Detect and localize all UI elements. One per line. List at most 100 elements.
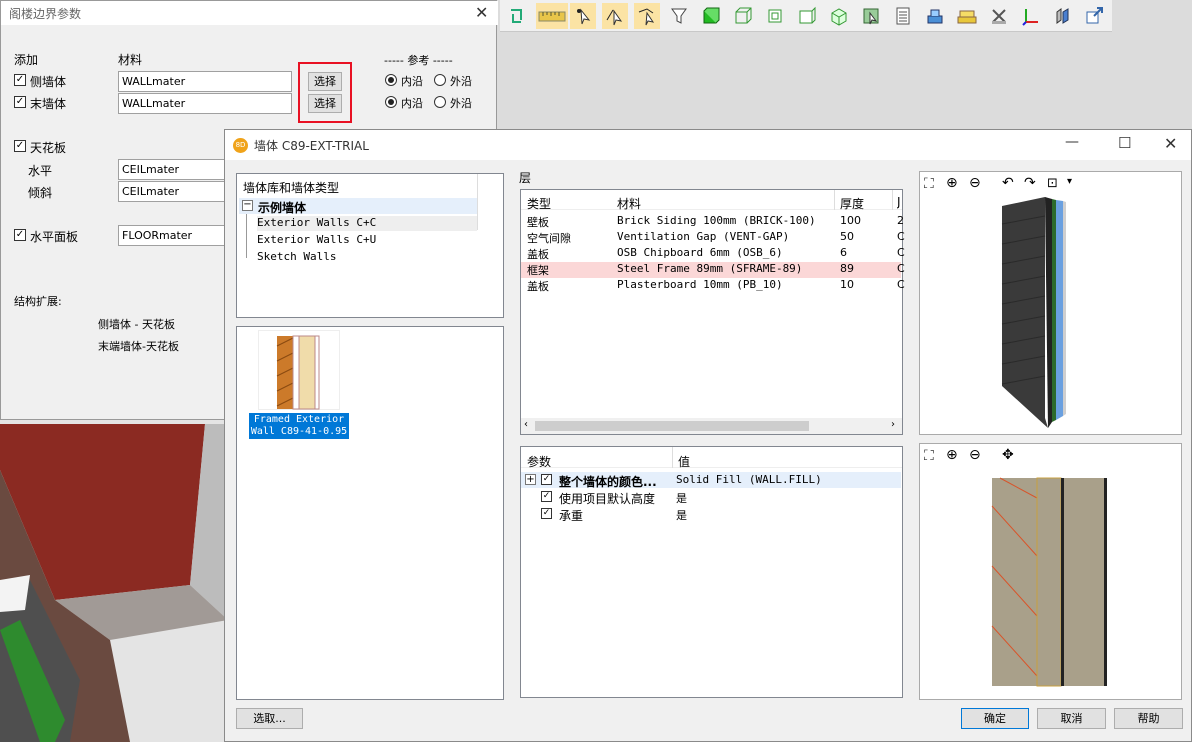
end-wall-outer-radio[interactable] bbox=[434, 96, 446, 108]
axis-icon[interactable] bbox=[1018, 3, 1044, 29]
help-button[interactable]: 帮助 bbox=[1114, 708, 1183, 729]
ceiling-checkbox[interactable]: ✓ bbox=[14, 140, 26, 152]
point-select-icon[interactable] bbox=[570, 3, 596, 29]
view-options-icon[interactable]: ⊡ bbox=[1047, 176, 1058, 191]
ok-button[interactable]: 确定 bbox=[961, 708, 1029, 729]
rotate-left-icon[interactable]: ↶ bbox=[1002, 175, 1014, 191]
side-wall-checkbox[interactable]: ✓ bbox=[14, 74, 26, 86]
wall-type-label[interactable]: Framed Exterior Wall C89-41-0.95 bbox=[249, 413, 349, 439]
rotate-right-icon[interactable]: ↷ bbox=[1024, 175, 1036, 191]
box-shaded-icon[interactable] bbox=[826, 3, 852, 29]
wall-library-tree[interactable]: 墙体库和墙体类型 − 示例墙体 Exterior Walls C+C Exter… bbox=[236, 173, 504, 318]
wireframe-box-icon[interactable] bbox=[730, 3, 756, 29]
zoom-in-icon[interactable]: ⊕ bbox=[946, 447, 958, 463]
param-value[interactable]: 是 bbox=[676, 507, 687, 523]
tree-item[interactable]: Sketch Walls bbox=[257, 250, 336, 263]
end-wall-material-field[interactable]: WALLmater bbox=[118, 93, 292, 114]
measure-ruler-icon[interactable] bbox=[536, 3, 568, 29]
rotate-tool-icon[interactable] bbox=[504, 3, 530, 29]
document-list-icon[interactable] bbox=[890, 3, 916, 29]
param-checkbox[interactable]: ✓ bbox=[541, 491, 552, 502]
layer-material-cell: Steel Frame 89mm (SFRAME-89) bbox=[617, 262, 803, 275]
scroll-right-icon[interactable]: › bbox=[891, 419, 895, 430]
box-front-icon[interactable] bbox=[762, 3, 788, 29]
layer-row[interactable]: 空气间隙 Ventilation Gap (VENT-GAP) 50 C bbox=[521, 230, 905, 246]
collapse-icon[interactable]: − bbox=[242, 200, 253, 211]
side-wall-material-field[interactable]: WALLmater bbox=[118, 71, 292, 92]
ceiling-label: 天花板 bbox=[30, 141, 67, 155]
slope-material-field[interactable]: CEILmater bbox=[118, 181, 228, 202]
side-wall-inner-radio[interactable] bbox=[385, 74, 397, 86]
minimize-icon[interactable]: — bbox=[1065, 134, 1079, 150]
wall-preview-panel[interactable]: Framed Exterior Wall C89-41-0.95 bbox=[236, 326, 504, 700]
layer-type-cell: 框架 bbox=[527, 264, 549, 277]
wall-3d-preview[interactable]: ⛶ ⊕ ⊖ ↶ ↷ ⊡ ▾ bbox=[919, 171, 1182, 435]
layer-type-cell: 盖板 bbox=[527, 280, 549, 293]
end-wall-inner-radio[interactable] bbox=[385, 96, 397, 108]
close-icon[interactable]: ✕ bbox=[1164, 134, 1177, 153]
layer-material-cell: OSB Chipboard 6mm (OSB_6) bbox=[617, 246, 783, 259]
side-wall-outer-radio[interactable] bbox=[434, 74, 446, 86]
delete-tool-icon[interactable] bbox=[986, 3, 1012, 29]
param-value[interactable]: Solid Fill (WALL.FILL) bbox=[676, 473, 822, 486]
zoom-in-icon[interactable]: ⊕ bbox=[946, 175, 958, 191]
layers-yellow-icon[interactable] bbox=[954, 3, 980, 29]
solid-view-icon[interactable] bbox=[698, 3, 724, 29]
layer-stack-icon[interactable] bbox=[922, 3, 948, 29]
face-select-icon[interactable] bbox=[634, 3, 660, 29]
zoom-fit-icon[interactable]: ⛶ bbox=[924, 176, 934, 192]
col-param-header[interactable]: 参数 bbox=[527, 453, 551, 470]
chevron-down-icon[interactable]: ▾ bbox=[1067, 176, 1072, 187]
horizontal-scrollbar[interactable]: ‹ › bbox=[521, 418, 902, 434]
param-checkbox[interactable]: ✓ bbox=[541, 508, 552, 519]
zoom-fit-icon[interactable]: ⛶ bbox=[924, 448, 934, 464]
param-row[interactable]: + ✓ 整个墙体的颜色... Solid Fill (WALL.FILL) bbox=[521, 472, 901, 489]
col-thickness-header[interactable]: 厚度 bbox=[840, 195, 864, 212]
layers-table[interactable]: 类型 材料 厚度 J 壁板 Brick Siding 100mm (BRICK-1… bbox=[520, 189, 905, 435]
param-value[interactable]: 是 bbox=[676, 490, 687, 506]
scroll-left-icon[interactable]: ‹ bbox=[524, 419, 528, 430]
col-value-header[interactable]: 值 bbox=[678, 453, 690, 470]
layer-row[interactable]: 盖板 Plasterboard 10mm (PB_10) 10 C bbox=[521, 278, 905, 294]
expand-icon[interactable]: + bbox=[525, 474, 536, 485]
box-side-icon[interactable] bbox=[794, 3, 820, 29]
zoom-out-icon[interactable]: ⊖ bbox=[969, 175, 981, 191]
layer-row[interactable]: 壁板 Brick Siding 100mm (BRICK-100) 100 2 bbox=[521, 214, 904, 230]
col-extra-header[interactable]: J bbox=[897, 195, 901, 209]
params-table[interactable]: 参数 值 + ✓ 整个墙体的颜色... Solid Fill (WALL.FILL) ✓… bbox=[520, 446, 903, 698]
cancel-button[interactable]: 取消 bbox=[1037, 708, 1106, 729]
param-row[interactable]: ✓ 承重 是 bbox=[521, 506, 901, 523]
close-icon[interactable]: ✕ bbox=[475, 3, 488, 22]
params-header-row: 参数 值 bbox=[521, 447, 902, 470]
tree-item[interactable]: Exterior Walls C+C bbox=[257, 216, 477, 231]
zoom-out-icon[interactable]: ⊖ bbox=[969, 447, 981, 463]
highlight-frame bbox=[298, 62, 352, 123]
wall-thumbnail[interactable] bbox=[258, 330, 340, 410]
tree-root-row[interactable]: − 示例墙体 bbox=[239, 198, 477, 215]
horizontal-material-field[interactable]: CEILmater bbox=[118, 159, 228, 180]
export-icon[interactable] bbox=[1082, 3, 1108, 29]
reference-group-label: ----- 参考 ----- bbox=[384, 54, 453, 67]
param-row[interactable]: ✓ 使用项目默认高度 是 bbox=[521, 489, 901, 506]
col-type-header[interactable]: 类型 bbox=[527, 195, 551, 212]
wall-section-preview[interactable]: ⛶ ⊕ ⊖ ✥ bbox=[919, 443, 1182, 700]
floor-checkbox[interactable]: ✓ bbox=[14, 229, 26, 241]
floor-material-field[interactable]: FLOORmater bbox=[118, 225, 228, 246]
end-wall-checkbox[interactable]: ✓ bbox=[14, 96, 26, 108]
select-in-box-icon[interactable] bbox=[858, 3, 884, 29]
maximize-icon[interactable]: ☐ bbox=[1118, 134, 1131, 152]
filter-icon[interactable] bbox=[666, 3, 692, 29]
layer-row[interactable]: 盖板 OSB Chipboard 6mm (OSB_6) 6 C bbox=[521, 246, 905, 262]
horizontal-label: 水平 bbox=[28, 164, 53, 178]
app-logo-icon: 8D bbox=[233, 138, 248, 153]
scrollbar-thumb[interactable] bbox=[535, 421, 809, 431]
tree-line bbox=[246, 214, 247, 258]
select-button[interactable]: 选取... bbox=[236, 708, 303, 729]
layer-row[interactable]: 框架 Steel Frame 89mm (SFRAME-89) 89 C bbox=[521, 262, 905, 278]
edge-select-icon[interactable] bbox=[602, 3, 628, 29]
param-checkbox[interactable]: ✓ bbox=[541, 474, 552, 485]
tree-item[interactable]: Exterior Walls C+U bbox=[257, 233, 376, 246]
col-material-header[interactable]: 材料 bbox=[617, 195, 641, 212]
wall-panels-icon[interactable] bbox=[1050, 3, 1076, 29]
pan-icon[interactable]: ✥ bbox=[1002, 447, 1014, 463]
